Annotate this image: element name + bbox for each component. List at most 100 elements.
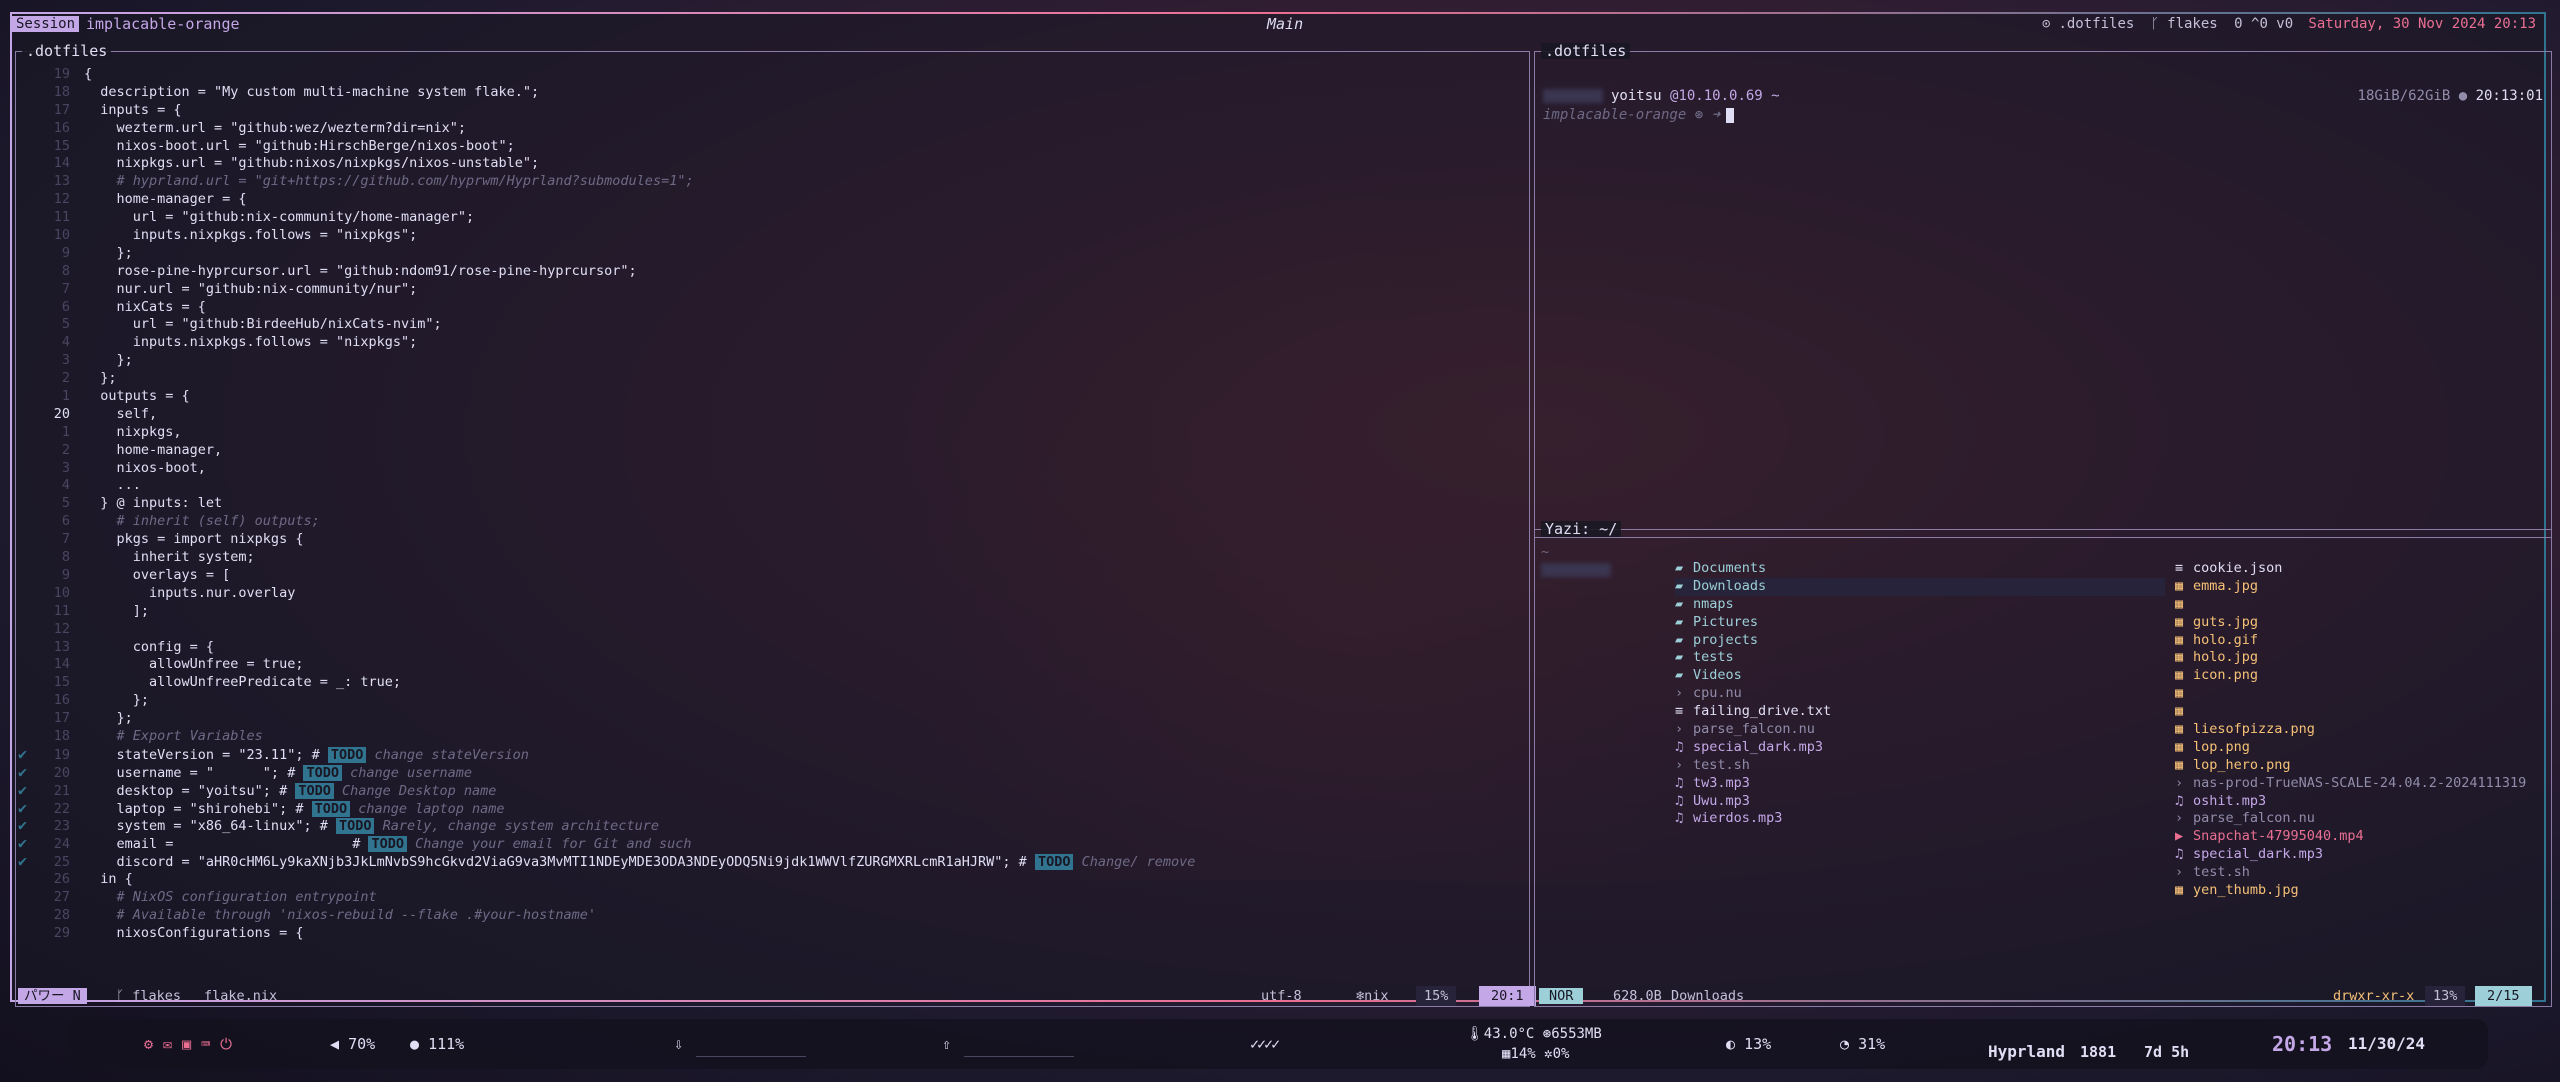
code-line[interactable]: ✔ 20 username = " "; # TODO change userna…: [16, 763, 1529, 782]
file-item[interactable]: ▦: [2175, 703, 2540, 721]
code-line[interactable]: 6 # inherit (self) outputs;: [16, 513, 1529, 531]
code-line[interactable]: 5 } @ inputs: let: [16, 495, 1529, 513]
code-line[interactable]: 13 config = {: [16, 639, 1529, 657]
code-line[interactable]: 12 home-manager = {: [16, 191, 1529, 209]
code-line[interactable]: 9 };: [16, 245, 1529, 263]
file-item[interactable]: ≡ cookie.json: [2175, 560, 2540, 578]
file-item[interactable]: › test.sh: [2175, 864, 2540, 882]
file-item[interactable]: ▰ nmaps: [1675, 596, 2165, 614]
file-item[interactable]: ▰ Downloads: [1675, 577, 2165, 596]
file-item[interactable]: ▦ holo.jpg: [2175, 649, 2540, 667]
file-item[interactable]: ▦ guts.jpg: [2175, 614, 2540, 632]
yazi-current-col[interactable]: ▰ Documents ▰ Downloads ▰ nmaps ▰ Pictures ▰ proj…: [1675, 560, 2165, 828]
file-item[interactable]: ▦ icon.png: [2175, 667, 2540, 685]
brightness-module[interactable]: ◐ 13%: [1726, 1019, 1771, 1069]
file-item[interactable]: ▰ Videos: [1675, 667, 2165, 685]
file-item[interactable]: ▦ lop_hero.png: [2175, 757, 2540, 775]
code-line[interactable]: 11 ];: [16, 603, 1529, 621]
code-line[interactable]: 16 wezterm.url = "github:wez/wezterm?dir…: [16, 120, 1529, 138]
session-tag[interactable]: Session: [12, 16, 80, 32]
file-item[interactable]: ▦ lop.png: [2175, 739, 2540, 757]
code-line[interactable]: 17 inputs = {: [16, 102, 1529, 120]
code-line[interactable]: 3 };: [16, 352, 1529, 370]
editor-pane[interactable]: .dotfiles 19{18 description = "My custom…: [15, 43, 1536, 1007]
file-item[interactable]: ≡ failing_drive.txt: [1675, 703, 2165, 721]
code-line[interactable]: 15 allowUnfreePredicate = _: true;: [16, 674, 1529, 692]
file-item[interactable]: ▦ emma.jpg: [2175, 578, 2540, 596]
code-line[interactable]: 4 ...: [16, 477, 1529, 495]
file-item[interactable]: › test.sh: [1675, 757, 2165, 775]
code-line[interactable]: ✔ 21 desktop = "yoitsu"; # TODO Change De…: [16, 781, 1529, 800]
code-line[interactable]: 14 nixpkgs.url = "github:nixos/nixpkgs/n…: [16, 155, 1529, 173]
code-line[interactable]: 14 allowUnfree = true;: [16, 656, 1529, 674]
code-line[interactable]: 16 };: [16, 692, 1529, 710]
volume-module[interactable]: ◀ 70%: [330, 1019, 375, 1069]
file-item[interactable]: ♫ wierdos.mp3: [1675, 810, 2165, 828]
code-line[interactable]: 20 self,: [16, 406, 1529, 424]
mic-module[interactable]: ● 111%: [410, 1019, 464, 1069]
code-line[interactable]: 1 outputs = {: [16, 388, 1529, 406]
code-line[interactable]: ✔ 25 discord = "aHR0cHM6Ly9kaXNjb3JkLmNvb…: [16, 852, 1529, 871]
code-line[interactable]: 17 };: [16, 710, 1529, 728]
tab-main[interactable]: Main: [1267, 14, 1303, 34]
code-line[interactable]: 15 nixos-boot.url = "github:HirschBerge/…: [16, 138, 1529, 156]
file-item[interactable]: ▦ holo.gif: [2175, 632, 2540, 650]
file-item[interactable]: ▦: [2175, 685, 2540, 703]
code-line[interactable]: 4 inputs.nixpkgs.follows = "nixpkgs";: [16, 334, 1529, 352]
code-line[interactable]: 26 in {: [16, 871, 1529, 889]
yazi-pane[interactable]: Yazi: ~/ ~ ▰ Documents ▰ Downloads ▰ nmaps ▰ Pi…: [1534, 521, 2552, 1007]
file-item[interactable]: › parse_falcon.nu: [2175, 810, 2540, 828]
code-line[interactable]: 13 # hyprland.url = "git+https://github.…: [16, 173, 1529, 191]
code-line[interactable]: 10 inputs.nur.overlay: [16, 585, 1529, 603]
code-line[interactable]: 1 nixpkgs,: [16, 424, 1529, 442]
code-line[interactable]: 18 description = "My custom multi-machin…: [16, 84, 1529, 102]
code-line[interactable]: 8 rose-pine-hyprcursor.url = "github:ndo…: [16, 263, 1529, 281]
file-item[interactable]: ♫ oshit.mp3: [2175, 793, 2540, 811]
keyboard-icon[interactable]: ⌨: [201, 1035, 210, 1053]
code-line[interactable]: 27 # NixOS configuration entrypoint: [16, 889, 1529, 907]
code-line[interactable]: ✔ 19 stateVersion = "23.11"; # TODO chang…: [16, 745, 1529, 764]
code-line[interactable]: 2 };: [16, 370, 1529, 388]
file-item[interactable]: ▶ Snapchat-47995040.mp4: [2175, 828, 2540, 846]
file-item[interactable]: › parse_falcon.nu: [1675, 721, 2165, 739]
file-item[interactable]: ▰ Pictures: [1675, 614, 2165, 632]
file-item[interactable]: ▦ liesofpizza.png: [2175, 721, 2540, 739]
code-line[interactable]: 8 inherit system;: [16, 549, 1529, 567]
file-item[interactable]: ♫ Uwu.mp3: [1675, 793, 2165, 811]
file-item[interactable]: ▰ projects: [1675, 632, 2165, 650]
code-line[interactable]: ✔ 24 email = # TODO Change your email for…: [16, 834, 1529, 853]
code-line[interactable]: 9 overlays = [: [16, 567, 1529, 585]
code-line[interactable]: 12: [16, 621, 1529, 639]
shell-prompt-input[interactable]: implacable-orange ⊛ ➜: [1543, 107, 1735, 123]
code-area[interactable]: 19{18 description = "My custom multi-mac…: [16, 66, 1529, 943]
code-line[interactable]: 7 pkgs = import nixpkgs {: [16, 531, 1529, 549]
code-line[interactable]: 3 nixos-boot,: [16, 460, 1529, 478]
file-item[interactable]: ▰ tests: [1675, 649, 2165, 667]
code-line[interactable]: 11 url = "github:nix-community/home-mana…: [16, 209, 1529, 227]
battery-module[interactable]: ◔ 31%: [1840, 1019, 1885, 1069]
file-item[interactable]: ♫ tw3.mp3: [1675, 775, 2165, 793]
file-item[interactable]: ♫ special_dark.mp3: [1675, 739, 2165, 757]
code-line[interactable]: 28 # Available through 'nixos-rebuild --…: [16, 907, 1529, 925]
image-icon[interactable]: ▣: [182, 1035, 191, 1053]
file-item[interactable]: › nas-prod-TrueNAS-SCALE-24.04.2-20241113…: [2175, 775, 2540, 793]
code-line[interactable]: ✔ 23 system = "x86_64-linux"; # TODO Rare…: [16, 817, 1529, 835]
settings-icon[interactable]: ⚙: [144, 1035, 153, 1053]
code-line[interactable]: 5 url = "github:BirdeeHub/nixCats-nvim";: [16, 316, 1529, 334]
power-icon[interactable]: ⏻: [220, 1035, 232, 1053]
yazi-preview-col[interactable]: ≡ cookie.json ▦ emma.jpg ▦ ▦ guts.jpg ▦ holo.gif…: [2175, 560, 2540, 900]
code-line[interactable]: 7 nur.url = "github:nix-community/nur";: [16, 281, 1529, 299]
file-item[interactable]: › cpu.nu: [1675, 685, 2165, 703]
file-item[interactable]: ▦: [2175, 596, 2540, 614]
file-item[interactable]: ▦ yen_thumb.jpg: [2175, 882, 2540, 900]
code-line[interactable]: 10 inputs.nixpkgs.follows = "nixpkgs";: [16, 227, 1529, 245]
code-line[interactable]: 6 nixCats = {: [16, 299, 1529, 317]
file-item[interactable]: ♫ special_dark.mp3: [2175, 846, 2540, 864]
code-line[interactable]: 19 {: [16, 66, 1529, 84]
chat-icon[interactable]: ✉: [163, 1035, 172, 1053]
code-line[interactable]: 29 nixosConfigurations = {: [16, 925, 1529, 943]
code-line[interactable]: 18 # Export Variables: [16, 728, 1529, 746]
file-item[interactable]: ▰ Documents: [1675, 560, 2165, 578]
code-line[interactable]: 2 home-manager,: [16, 442, 1529, 460]
shell-pane[interactable]: .dotfiles yoitsu @10.10.0.69 ~ implacabl…: [1534, 43, 2552, 538]
